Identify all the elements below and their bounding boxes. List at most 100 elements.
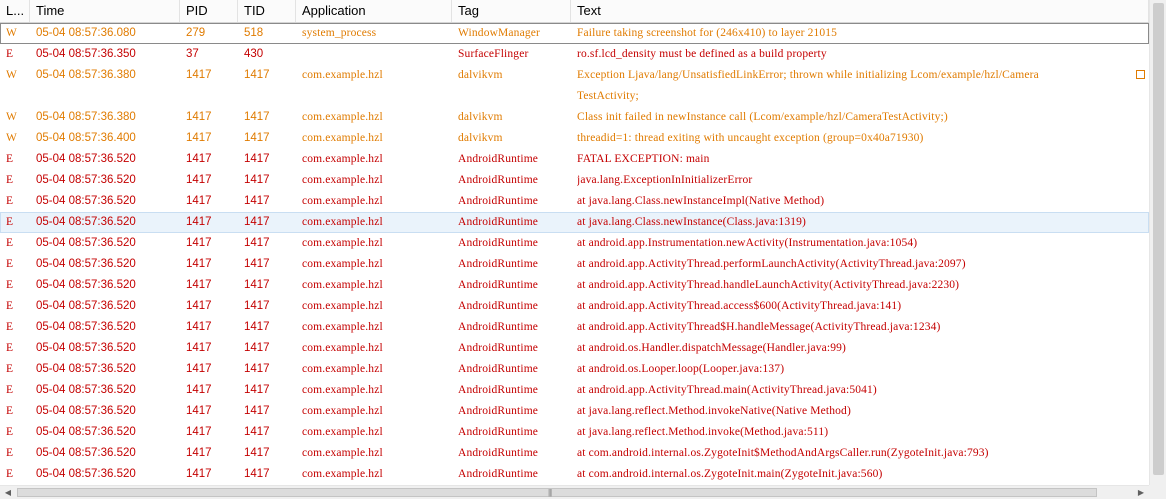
cell-tid: 1417 <box>244 69 270 81</box>
table-row[interactable]: E 05-04 08:57:36.520 1417 1417 com.example.h… <box>0 233 1149 254</box>
column-header-level[interactable]: L... <box>0 0 30 22</box>
cell-tid: 430 <box>244 48 264 60</box>
cell-time: 05-04 08:57:36.350 <box>36 48 136 60</box>
cell-level: E <box>6 237 14 249</box>
cell-tid: 1417 <box>244 405 270 417</box>
table-row[interactable]: E 05-04 08:57:36.520 1417 1417 com.example.h… <box>0 338 1149 359</box>
cell-application: com.example.hzl <box>302 216 383 228</box>
cell-tag: AndroidRuntime <box>458 426 539 438</box>
cell-tag: AndroidRuntime <box>458 363 539 375</box>
cell-level: E <box>6 405 14 417</box>
vertical-scroll-thumb[interactable] <box>1153 3 1164 475</box>
cell-pid: 1417 <box>186 321 212 333</box>
table-row[interactable]: W 05-04 08:57:36.380 1417 1417 com.example.h… <box>0 65 1149 86</box>
cell-time: 05-04 08:57:36.520 <box>36 384 136 396</box>
cell-tag: AndroidRuntime <box>458 405 539 417</box>
table-row[interactable]: E 05-04 08:57:36.520 1417 1417 com.example.h… <box>0 359 1149 380</box>
column-header-text[interactable]: Text <box>571 0 1149 22</box>
cell-tag: AndroidRuntime <box>458 384 539 396</box>
table-row[interactable]: E 05-04 08:57:36.520 1417 1417 com.example.h… <box>0 170 1149 191</box>
table-row[interactable]: E 05-04 08:57:36.520 1417 1417 com.example.h… <box>0 380 1149 401</box>
column-header-pid[interactable]: PID <box>180 0 238 22</box>
cell-text: ro.sf.lcd_density must be defined as a b… <box>577 48 827 60</box>
table-row[interactable]: E 05-04 08:57:36.520 1417 1417 com.example.h… <box>0 254 1149 275</box>
cell-tid: 1417 <box>244 174 270 186</box>
table-row[interactable]: E 05-04 08:57:36.520 1417 1417 com.example.h… <box>0 422 1149 443</box>
cell-pid: 1417 <box>186 363 212 375</box>
cell-tag: AndroidRuntime <box>458 216 539 228</box>
cell-level: E <box>6 384 14 396</box>
horizontal-scrollbar[interactable]: ◀ ||| ▶ <box>0 485 1149 499</box>
cell-tid: 1417 <box>244 447 270 459</box>
cell-text: Failure taking screenshot for (246x410) … <box>577 27 838 39</box>
cell-time: 05-04 08:57:36.520 <box>36 195 136 207</box>
cell-tag: dalvikvm <box>458 69 503 81</box>
cell-text: at android.app.ActivityThread.performLau… <box>577 258 966 270</box>
cell-application: com.example.hzl <box>302 426 383 438</box>
cell-tag: AndroidRuntime <box>458 237 539 249</box>
table-row[interactable]: E 05-04 08:57:36.520 1417 1417 com.example.h… <box>0 149 1149 170</box>
table-row[interactable]: E 05-04 08:57:36.520 1417 1417 com.example.h… <box>0 191 1149 212</box>
scrollbar-corner <box>1149 485 1166 499</box>
column-header-tid[interactable]: TID <box>238 0 296 22</box>
column-header-tag[interactable]: Tag <box>452 0 571 22</box>
column-header-application[interactable]: Application <box>296 0 452 22</box>
cell-tag: SurfaceFlinger <box>458 48 529 60</box>
cell-pid: 1417 <box>186 447 212 459</box>
cell-tag: AndroidRuntime <box>458 342 539 354</box>
cell-application: com.example.hzl <box>302 342 383 354</box>
cell-level: E <box>6 195 14 207</box>
cell-text: at android.app.ActivityThread.handleLaun… <box>577 279 960 291</box>
cell-level: E <box>6 363 14 375</box>
table-row[interactable]: W 05-04 08:57:36.400 1417 1417 com.example.h… <box>0 128 1149 149</box>
table-row-continuation[interactable]: TestActivity; <box>0 86 1149 107</box>
column-header-time[interactable]: Time <box>30 0 180 22</box>
cell-time: 05-04 08:57:36.520 <box>36 321 136 333</box>
table-row[interactable]: W 05-04 08:57:36.380 1417 1417 com.example.h… <box>0 107 1149 128</box>
cell-time: 05-04 08:57:36.520 <box>36 279 136 291</box>
cell-application: com.example.hzl <box>302 300 383 312</box>
cell-text: java.lang.ExceptionInInitializerError <box>577 174 753 186</box>
cell-application <box>302 44 452 65</box>
cell-pid: 1417 <box>186 69 212 81</box>
vertical-scrollbar[interactable] <box>1149 0 1166 485</box>
cell-pid: 1417 <box>186 195 212 207</box>
table-row[interactable]: E 05-04 08:57:36.520 1417 1417 com.example.h… <box>0 275 1149 296</box>
table-row[interactable]: E 05-04 08:57:36.520 1417 1417 com.example.h… <box>0 296 1149 317</box>
scroll-left-icon[interactable]: ◀ <box>0 486 16 499</box>
cell-tid: 1417 <box>244 279 270 291</box>
table-row[interactable]: E 05-04 08:57:36.520 1417 1417 com.example.h… <box>0 464 1149 485</box>
table-row[interactable]: E 05-04 08:57:36.520 1417 1417 com.example.h… <box>0 443 1149 464</box>
cell-time: 05-04 08:57:36.520 <box>36 468 136 480</box>
cell-tag: dalvikvm <box>458 111 503 123</box>
cell-tid: 1417 <box>244 195 270 207</box>
cell-tid: 1417 <box>244 216 270 228</box>
cell-time: 05-04 08:57:36.520 <box>36 426 136 438</box>
cell-pid: 1417 <box>186 342 212 354</box>
cell-application <box>302 86 452 107</box>
table-row[interactable]: E 05-04 08:57:36.520 1417 1417 com.example.h… <box>0 317 1149 338</box>
cell-pid: 1417 <box>186 300 212 312</box>
horizontal-scroll-thumb[interactable]: ||| <box>17 488 1097 497</box>
cell-time <box>36 86 180 107</box>
wrap-indicator-icon <box>1136 70 1145 79</box>
table-row[interactable]: E 05-04 08:57:36.350 37 430 SurfaceFlinger ro… <box>0 44 1149 65</box>
cell-time: 05-04 08:57:36.520 <box>36 405 136 417</box>
cell-pid: 1417 <box>186 258 212 270</box>
cell-tag: AndroidRuntime <box>458 195 539 207</box>
table-row[interactable]: W 05-04 08:57:36.080 279 518 system_process W… <box>0 23 1149 44</box>
cell-time: 05-04 08:57:36.520 <box>36 363 136 375</box>
scroll-grip-icon: ||| <box>548 488 552 497</box>
table-row[interactable]: E 05-04 08:57:36.520 1417 1417 com.example.h… <box>0 401 1149 422</box>
scroll-right-icon[interactable]: ▶ <box>1133 486 1149 499</box>
cell-text: TestActivity; <box>577 90 639 102</box>
cell-application: com.example.hzl <box>302 237 383 249</box>
cell-text: Exception Ljava/lang/UnsatisfiedLinkErro… <box>577 69 1039 81</box>
cell-application: com.example.hzl <box>302 363 383 375</box>
cell-tag: AndroidRuntime <box>458 153 539 165</box>
cell-tid: 1417 <box>244 111 270 123</box>
cell-pid: 1417 <box>186 468 212 480</box>
cell-level: E <box>6 216 14 228</box>
table-row[interactable]: E 05-04 08:57:36.520 1417 1417 com.example.h… <box>0 212 1149 233</box>
cell-time: 05-04 08:57:36.380 <box>36 111 136 123</box>
